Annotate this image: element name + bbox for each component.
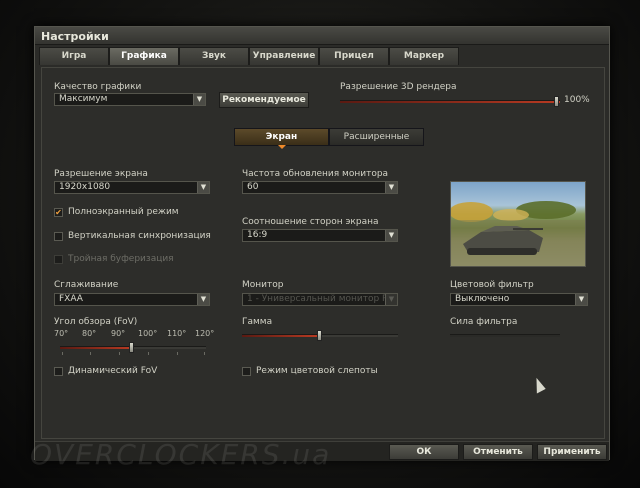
active-subtab-indicator bbox=[278, 145, 286, 149]
colorblind-checkbox[interactable] bbox=[242, 367, 251, 376]
fov-tick-110: 110° bbox=[167, 329, 187, 338]
render-resolution-label: Разрешение 3D рендера bbox=[340, 82, 457, 92]
chevron-down-icon: ▼ bbox=[385, 182, 397, 193]
colorblind-label: Режим цветовой слепоты bbox=[256, 366, 378, 376]
antialiasing-value: FXAA bbox=[59, 294, 83, 304]
aspect-ratio-value: 16:9 bbox=[247, 230, 268, 240]
quality-label: Качество графики bbox=[54, 82, 142, 92]
fov-minor-tick bbox=[119, 352, 120, 355]
recommended-button[interactable]: Рекомендуемое bbox=[219, 92, 309, 108]
apply-button[interactable]: Применить bbox=[537, 444, 607, 460]
color-filter-select[interactable]: Выключено ▼ bbox=[450, 293, 588, 306]
render-resolution-slider[interactable] bbox=[340, 96, 560, 107]
graphics-preview-image bbox=[450, 181, 586, 267]
subtab-advanced[interactable]: Расширенные bbox=[329, 128, 424, 146]
refresh-rate-value: 60 bbox=[247, 182, 259, 192]
quality-select[interactable]: Максимум ▼ bbox=[54, 93, 206, 106]
fov-label: Угол обзора (FoV) bbox=[54, 317, 138, 327]
color-filter-label: Цветовой фильтр bbox=[450, 280, 534, 290]
gamma-fill bbox=[242, 335, 319, 337]
screen-resolution-label: Разрешение экрана bbox=[54, 169, 148, 179]
chevron-down-icon: ▼ bbox=[385, 294, 397, 305]
subtab-screen[interactable]: Экран bbox=[234, 128, 329, 146]
fov-minor-tick bbox=[177, 352, 178, 355]
fov-tick-70: 70° bbox=[54, 329, 69, 338]
chevron-down-icon: ▼ bbox=[575, 294, 587, 305]
antialiasing-select[interactable]: FXAA ▼ bbox=[54, 293, 210, 306]
cancel-button[interactable]: Отменить bbox=[463, 444, 533, 460]
gamma-handle[interactable] bbox=[317, 330, 322, 341]
settings-window: Настройки Игра Графика Звук Управление П… bbox=[34, 26, 610, 461]
fov-tick-120: 120° bbox=[195, 329, 215, 338]
monitor-value: 1 - Универсальный монитор PnP (1 bbox=[247, 294, 398, 304]
chevron-down-icon: ▼ bbox=[197, 294, 209, 305]
tab-sight[interactable]: Прицел bbox=[319, 47, 389, 65]
refresh-rate-label: Частота обновления монитора bbox=[242, 169, 389, 179]
triple-buffer-label: Тройная буферизация bbox=[68, 254, 174, 264]
fov-minor-tick bbox=[148, 352, 149, 355]
tab-controls[interactable]: Управление bbox=[249, 47, 319, 65]
fullscreen-label: Полноэкранный режим bbox=[68, 207, 179, 217]
chevron-down-icon: ▼ bbox=[385, 230, 397, 241]
fov-handle[interactable] bbox=[129, 342, 134, 353]
quality-value: Максимум bbox=[59, 94, 108, 104]
fov-minor-tick bbox=[204, 352, 205, 355]
render-resolution-value: 100% bbox=[564, 95, 590, 105]
vsync-label: Вертикальная синхронизация bbox=[68, 231, 211, 241]
fullscreen-checkbox[interactable]: ✔ bbox=[54, 208, 63, 217]
fov-fill bbox=[60, 347, 132, 349]
fov-minor-tick bbox=[62, 352, 63, 355]
fov-minor-tick bbox=[90, 352, 91, 355]
render-resolution-fill bbox=[340, 101, 560, 103]
gamma-slider[interactable] bbox=[242, 330, 398, 341]
color-filter-value: Выключено bbox=[455, 294, 510, 304]
vsync-checkbox[interactable] bbox=[54, 232, 63, 241]
refresh-rate-select[interactable]: 60 ▼ bbox=[242, 181, 398, 194]
monitor-label: Монитор bbox=[242, 280, 284, 290]
dynamic-fov-label: Динамический FoV bbox=[68, 366, 158, 376]
filter-strength-label: Сила фильтра bbox=[450, 317, 518, 327]
tank-preview-illustration bbox=[451, 201, 585, 266]
fov-tick-80: 80° bbox=[82, 329, 97, 338]
watermark: OVERCLOCKERS.ua bbox=[30, 438, 332, 471]
aspect-ratio-label: Соотношение сторон экрана bbox=[242, 217, 379, 227]
filter-strength-slider bbox=[450, 334, 560, 337]
fov-tick-100: 100° bbox=[138, 329, 158, 338]
window-title: Настройки bbox=[41, 30, 109, 43]
tab-marker[interactable]: Маркер bbox=[389, 47, 459, 65]
fov-tick-90: 90° bbox=[111, 329, 126, 338]
screen-resolution-select[interactable]: 1920x1080 ▼ bbox=[54, 181, 210, 194]
antialiasing-label: Сглаживание bbox=[54, 280, 119, 290]
fov-slider[interactable] bbox=[60, 342, 206, 353]
title-bar: Настройки bbox=[35, 27, 609, 45]
render-resolution-handle[interactable] bbox=[554, 96, 559, 107]
tab-game[interactable]: Игра bbox=[39, 47, 109, 65]
tab-graphics[interactable]: Графика bbox=[109, 47, 179, 65]
ok-button[interactable]: ОК bbox=[389, 444, 459, 460]
chevron-down-icon: ▼ bbox=[197, 182, 209, 193]
aspect-ratio-select[interactable]: 16:9 ▼ bbox=[242, 229, 398, 242]
subtab-switch: Экран Расширенные bbox=[234, 128, 424, 149]
chevron-down-icon: ▼ bbox=[193, 94, 205, 105]
graphics-panel: Качество графики Максимум ▼ Рекомендуемо… bbox=[41, 67, 605, 439]
monitor-select: 1 - Универсальный монитор PnP (1 ▼ bbox=[242, 293, 398, 306]
screen-resolution-value: 1920x1080 bbox=[59, 182, 111, 192]
triple-buffer-checkbox bbox=[54, 255, 63, 264]
gamma-label: Гамма bbox=[242, 317, 273, 327]
dynamic-fov-checkbox[interactable] bbox=[54, 367, 63, 376]
tab-sound[interactable]: Звук bbox=[179, 47, 249, 65]
